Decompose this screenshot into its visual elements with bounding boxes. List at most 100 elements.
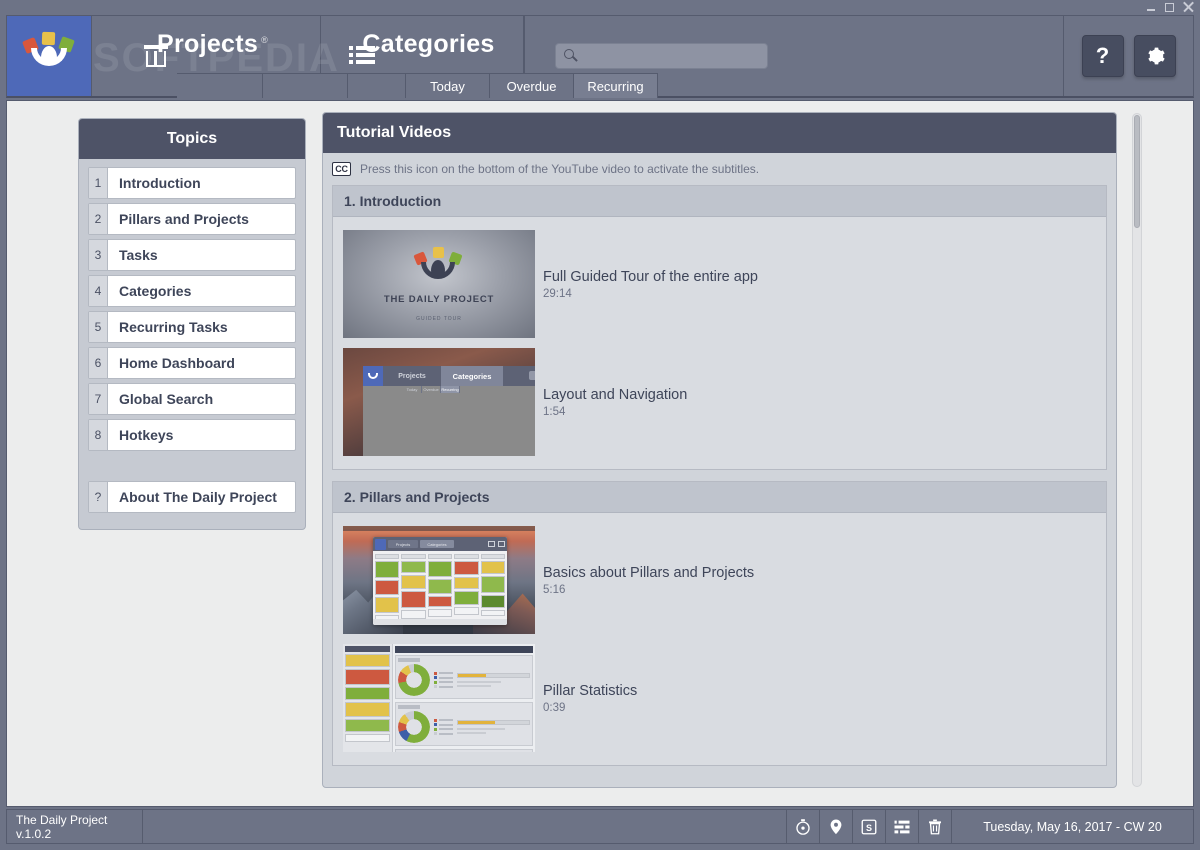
subtab-spacer-3	[348, 73, 406, 98]
topic-number: 7	[89, 384, 108, 414]
content-area: Topics 1 Introduction 2 Pillars and Proj…	[6, 100, 1194, 807]
thumb-tab-categories: Categories	[441, 366, 503, 386]
thumb-subtitle-text: GUIDED TOUR	[416, 316, 462, 322]
video-item-basics-about-pillars-and-projects[interactable]: Projects Categories Basics about Pillars…	[333, 521, 1106, 639]
tab-categories-label: Categories	[362, 30, 495, 58]
status-bar: The Daily Project v.1.0.2 S Tuesday, May…	[6, 809, 1194, 844]
topics-list: 1 Introduction 2 Pillars and Projects 3 …	[79, 159, 305, 513]
global-search-box[interactable]	[555, 43, 768, 69]
video-duration: 1:54	[543, 405, 566, 418]
help-button[interactable]: ?	[1081, 35, 1124, 77]
video-meta: Pillar Statistics 0:39	[543, 683, 637, 714]
sidebar-item-categories[interactable]: 4 Categories	[88, 275, 296, 307]
video-meta: Layout and Navigation 1:54	[543, 387, 687, 418]
list-settings-icon	[894, 819, 910, 834]
window-controls	[1146, 0, 1194, 15]
topics-gap	[88, 455, 296, 481]
topics-sidebar: Topics 1 Introduction 2 Pillars and Proj…	[78, 118, 306, 530]
svg-text:S: S	[866, 822, 872, 832]
topic-label: Pillars and Projects	[119, 211, 249, 227]
video-title: Full Guided Tour of the entire app	[543, 268, 758, 285]
settings-gear-button[interactable]	[1133, 35, 1176, 77]
search-icon	[564, 49, 578, 63]
topic-number: 3	[89, 240, 108, 270]
timer-icon	[796, 818, 810, 835]
subtab-spacer-2	[263, 73, 348, 98]
location-button[interactable]	[819, 810, 852, 843]
tab-projects[interactable]: Projects ®	[92, 16, 321, 73]
logo-drop-shape	[41, 46, 57, 65]
video-meta: Full Guided Tour of the entire app 29:14	[543, 269, 758, 300]
thumb-subtab-today: Today	[403, 386, 422, 393]
sidebar-item-tasks[interactable]: 3 Tasks	[88, 239, 296, 271]
video-item-layout-and-navigation[interactable]: Projects Categories Today Overdue Recurr…	[333, 343, 1106, 461]
app-version-label: The Daily Project v.1.0.2	[7, 810, 143, 843]
softpedia-button[interactable]: S	[852, 810, 885, 843]
video-duration: 0:39	[543, 701, 566, 714]
cc-icon: CC	[332, 162, 351, 176]
topic-number: 8	[89, 420, 108, 450]
video-duration: 5:16	[543, 583, 566, 596]
video-item-pillar-statistics[interactable]: Pillar Statistics 0:39	[333, 639, 1106, 757]
topic-label: Introduction	[119, 175, 201, 191]
video-title: Basics about Pillars and Projects	[543, 564, 755, 581]
statistics-thumbnail-art	[343, 644, 535, 752]
sidebar-item-about[interactable]: ? About The Daily Project	[88, 481, 296, 513]
registered-mark: ®	[261, 34, 268, 45]
mac-kanban-thumbnail-art: Projects Categories	[343, 526, 535, 634]
tutorial-videos-panel: Tutorial Videos CC Press this icon on th…	[322, 112, 1117, 788]
sidebar-item-introduction[interactable]: 1 Introduction	[88, 167, 296, 199]
video-item-full-guided-tour[interactable]: THE DAILY PROJECT GUIDED TOUR Full Guide…	[333, 225, 1106, 343]
subtab-today[interactable]: Today	[406, 73, 490, 98]
scrollbar-thumb[interactable]	[1134, 115, 1140, 228]
video-thumbnail[interactable]: Projects Categories Today Overdue Recurr…	[343, 348, 535, 456]
app-logo[interactable]	[7, 16, 92, 96]
subtab-recurring[interactable]: Recurring	[574, 73, 658, 98]
topic-label: Categories	[119, 283, 192, 299]
daily-project-logo-icon	[20, 30, 78, 82]
video-thumbnail[interactable]: THE DAILY PROJECT GUIDED TOUR	[343, 230, 535, 338]
sidebar-item-hotkeys[interactable]: 8 Hotkeys	[88, 419, 296, 451]
timer-button[interactable]	[786, 810, 819, 843]
search-input[interactable]	[578, 45, 767, 67]
main-header: Projects ® Categories Today Overdue Recu…	[6, 15, 1194, 98]
sidebar-item-pillars-and-projects[interactable]: 2 Pillars and Projects	[88, 203, 296, 235]
splash-thumbnail-art: THE DAILY PROJECT GUIDED TOUR	[343, 230, 535, 338]
sub-tab-bar: Today Overdue Recurring	[177, 73, 658, 98]
topic-number: 6	[89, 348, 108, 378]
video-title: Pillar Statistics	[543, 682, 638, 699]
topic-label: Tasks	[119, 247, 158, 263]
maximize-icon[interactable]	[1165, 3, 1174, 12]
subtab-spacer-1	[177, 73, 263, 98]
minimize-icon[interactable]	[1146, 4, 1156, 12]
video-title: Layout and Navigation	[543, 386, 688, 403]
vertical-scrollbar[interactable]	[1132, 113, 1142, 787]
cc-notice-text: Press this icon on the bottom of the You…	[360, 162, 760, 176]
logo-yellow-tile	[41, 31, 56, 46]
subtab-overdue[interactable]: Overdue	[490, 73, 574, 98]
topic-label: Global Search	[119, 391, 214, 407]
gear-icon	[1147, 47, 1165, 65]
sidebar-item-recurring-tasks[interactable]: 5 Recurring Tasks	[88, 311, 296, 343]
sidebar-item-home-dashboard[interactable]: 6 Home Dashboard	[88, 347, 296, 379]
topic-number: 1	[89, 168, 108, 198]
thumb-logo-icon	[412, 246, 466, 290]
video-thumbnail[interactable]	[343, 644, 535, 752]
tab-categories[interactable]: Categories	[321, 16, 524, 73]
section-body: THE DAILY PROJECT GUIDED TOUR Full Guide…	[333, 217, 1106, 469]
video-meta: Basics about Pillars and Projects 5:16	[543, 565, 754, 596]
thumb-tab-projects: Projects	[398, 372, 426, 380]
close-icon[interactable]	[1183, 2, 1194, 13]
topic-number: ?	[89, 482, 108, 512]
list-settings-button[interactable]	[885, 810, 918, 843]
cc-notice: CC Press this icon on the bottom of the …	[323, 153, 1116, 185]
sidebar-item-global-search[interactable]: 7 Global Search	[88, 383, 296, 415]
thumb-brand-text: THE DAILY PROJECT	[383, 294, 495, 305]
section-introduction: 1. Introduction THE DAILY PROJECT GUIDED…	[332, 185, 1107, 470]
title-bar	[0, 0, 1200, 15]
video-thumbnail[interactable]: Projects Categories	[343, 526, 535, 634]
page-title: Tutorial Videos	[323, 113, 1116, 153]
status-bar-icons: S	[786, 810, 951, 843]
trash-button[interactable]	[918, 810, 951, 843]
thumb-subtab-overdue: Overdue	[422, 386, 441, 393]
